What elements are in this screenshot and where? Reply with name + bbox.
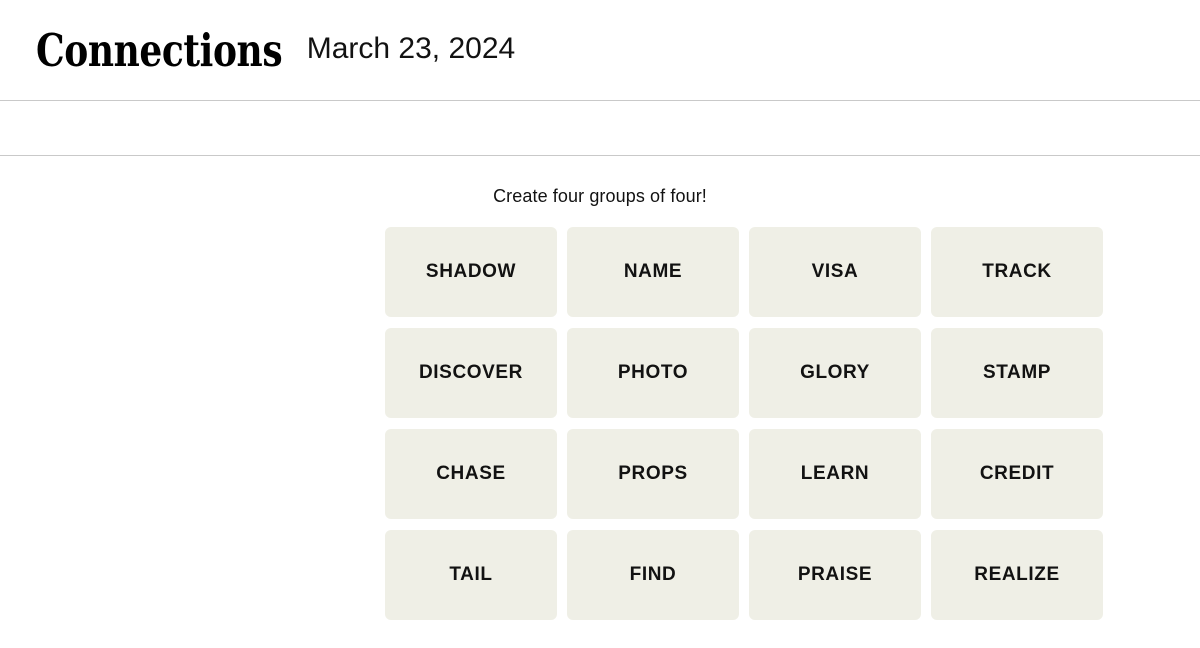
tile[interactable]: PROPS bbox=[567, 429, 739, 519]
puzzle-board: SHADOW NAME VISA TRACK DISCOVER PHOTO GL… bbox=[385, 205, 1103, 620]
tile[interactable]: STAMP bbox=[931, 328, 1103, 418]
app-header: Connections March 23, 2024 bbox=[0, 0, 1200, 100]
tile[interactable]: CREDIT bbox=[931, 429, 1103, 519]
instruction-text: Create four groups of four! bbox=[493, 186, 707, 206]
tile[interactable]: FIND bbox=[567, 530, 739, 620]
puzzle-main: Create four groups of four! SHADOW NAME … bbox=[0, 156, 1200, 620]
tile[interactable]: PRAISE bbox=[749, 530, 921, 620]
toolbar bbox=[0, 100, 1200, 156]
tile[interactable]: GLORY bbox=[749, 328, 921, 418]
tile[interactable]: NAME bbox=[567, 227, 739, 317]
tile[interactable]: TAIL bbox=[385, 530, 557, 620]
page-title: Connections bbox=[36, 23, 283, 77]
tile[interactable]: VISA bbox=[749, 227, 921, 317]
tile[interactable]: DISCOVER bbox=[385, 328, 557, 418]
tile[interactable]: PHOTO bbox=[567, 328, 739, 418]
puzzle-date: March 23, 2024 bbox=[306, 32, 516, 65]
tile[interactable]: REALIZE bbox=[931, 530, 1103, 620]
tile[interactable]: CHASE bbox=[385, 429, 557, 519]
tile[interactable]: SHADOW bbox=[385, 227, 557, 317]
tile[interactable]: TRACK bbox=[931, 227, 1103, 317]
tile[interactable]: LEARN bbox=[749, 429, 921, 519]
